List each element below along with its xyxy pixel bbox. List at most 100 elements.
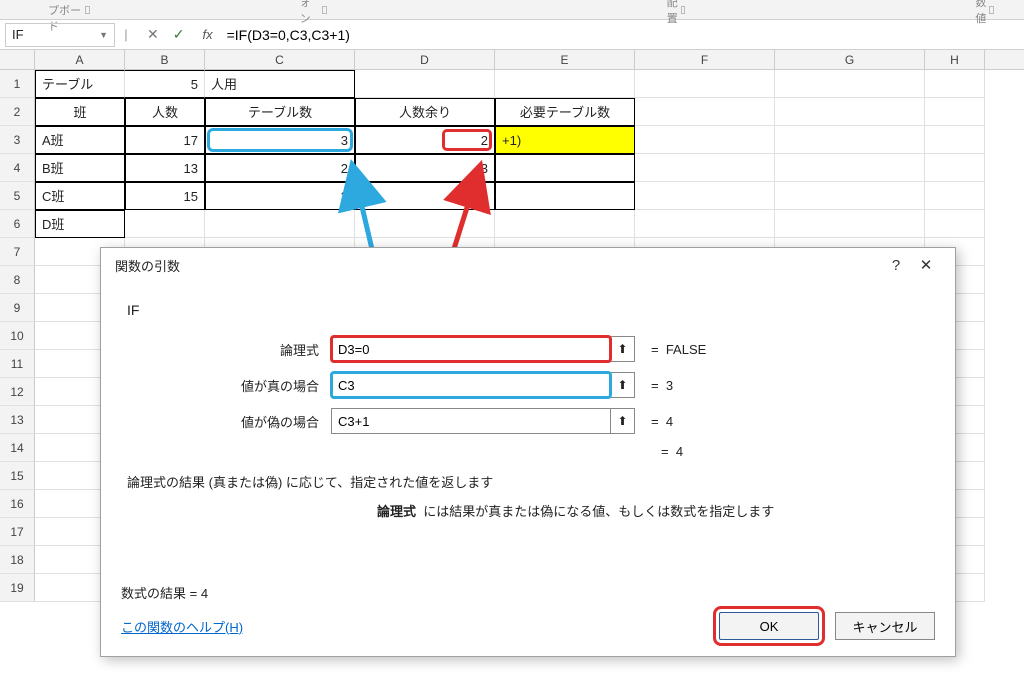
cancel-formula-icon[interactable]: ✕ [147,26,159,43]
row-header[interactable]: 15 [0,462,35,490]
row-header[interactable]: 13 [0,406,35,434]
cell-B1[interactable]: 5 [125,70,205,98]
cell-D5[interactable]: 0 [355,182,495,210]
cell[interactable] [925,98,985,126]
cancel-button[interactable]: キャンセル [835,612,935,640]
cell[interactable] [125,210,205,238]
row-header[interactable]: 9 [0,294,35,322]
cell[interactable] [635,70,775,98]
formula-result-label: 数式の結果 = 4 [121,586,208,601]
close-icon[interactable]: ✕ [911,256,941,274]
cell[interactable] [635,182,775,210]
cell[interactable] [775,98,925,126]
fx-icon[interactable]: fx [202,27,212,42]
cell-A6[interactable]: D班 [35,210,125,238]
row-header[interactable]: 1 [0,70,35,98]
cell[interactable] [495,70,635,98]
row-header[interactable]: 18 [0,546,35,574]
cell-C4[interactable]: 2 [205,154,355,182]
col-header-D[interactable]: D [355,50,495,69]
cell[interactable] [635,126,775,154]
arg2-result: 3 [666,378,673,393]
cell[interactable] [205,210,355,238]
help-icon[interactable]: ? [881,257,911,274]
cell-A1[interactable]: テーブル [35,70,125,98]
row-header[interactable]: 6 [0,210,35,238]
col-header-H[interactable]: H [925,50,985,69]
row-header[interactable]: 7 [0,238,35,266]
cell[interactable] [775,126,925,154]
name-box-dropdown-icon[interactable]: ▼ [99,30,108,40]
cell[interactable] [925,126,985,154]
cell-C1[interactable]: 人用 [205,70,355,98]
cell-C3[interactable]: 3 [205,126,355,154]
col-header-A[interactable]: A [35,50,125,69]
formula-input[interactable] [221,25,1024,45]
cell[interactable] [635,210,775,238]
cell[interactable] [775,70,925,98]
cell[interactable] [775,154,925,182]
row-header[interactable]: 11 [0,350,35,378]
row-header[interactable]: 19 [0,574,35,602]
overall-result: 4 [676,444,683,459]
arg2-collapse-icon[interactable]: ⬆ [611,372,635,398]
cell[interactable] [495,210,635,238]
accept-formula-icon[interactable]: ✓ [173,26,185,43]
cell-D4[interactable]: 3 [355,154,495,182]
name-box[interactable]: IF ▼ [5,23,115,47]
cell[interactable] [775,210,925,238]
row-header[interactable]: 14 [0,434,35,462]
row-header[interactable]: 2 [0,98,35,126]
cell-D3[interactable]: 2 [355,126,495,154]
arg2-input[interactable] [331,372,611,398]
col-header-E[interactable]: E [495,50,635,69]
row-header[interactable]: 4 [0,154,35,182]
function-name-label: IF [127,302,935,318]
row-header[interactable]: 5 [0,182,35,210]
arg1-input[interactable] [331,336,611,362]
row-header[interactable]: 12 [0,378,35,406]
cell-C2[interactable]: テーブル数 [205,98,355,126]
cell-E5[interactable] [495,182,635,210]
col-header-G[interactable]: G [775,50,925,69]
select-all-corner[interactable] [0,50,35,69]
col-header-C[interactable]: C [205,50,355,69]
arg1-collapse-icon[interactable]: ⬆ [611,336,635,362]
row-header[interactable]: 17 [0,518,35,546]
cell-E3[interactable]: +1) [495,126,635,154]
cell[interactable] [925,182,985,210]
cell-A4[interactable]: B班 [35,154,125,182]
cell[interactable] [635,154,775,182]
cell[interactable] [635,98,775,126]
arg3-input[interactable] [331,408,611,434]
cell[interactable] [925,70,985,98]
cell-A5[interactable]: C班 [35,182,125,210]
cell[interactable] [355,210,495,238]
arg3-collapse-icon[interactable]: ⬆ [611,408,635,434]
cell[interactable] [925,154,985,182]
cell-E2[interactable]: 必要テーブル数 [495,98,635,126]
row-header[interactable]: 8 [0,266,35,294]
cell-D2[interactable]: 人数余り [355,98,495,126]
col-header-F[interactable]: F [635,50,775,69]
row-header[interactable]: 16 [0,490,35,518]
function-arguments-dialog: 関数の引数 ? ✕ IF 論理式 ⬆ = FALSE 値が真の場合 ⬆ = 3 … [100,247,956,657]
cell[interactable] [925,210,985,238]
row-header[interactable]: 10 [0,322,35,350]
function-help-link[interactable]: この関数のヘルプ(H) [121,617,243,636]
cell-B3[interactable]: 17 [125,126,205,154]
cell-E4[interactable] [495,154,635,182]
dialog-titlebar[interactable]: 関数の引数 ? ✕ [101,248,955,282]
cell[interactable] [775,182,925,210]
cell-B5[interactable]: 15 [125,182,205,210]
ok-button[interactable]: OK [719,612,819,640]
cell-A2[interactable]: 班 [35,98,125,126]
cell-A3[interactable]: A班 [35,126,125,154]
arg2-label: 値が真の場合 [121,376,331,395]
row-header[interactable]: 3 [0,126,35,154]
cell[interactable] [355,70,495,98]
col-header-B[interactable]: B [125,50,205,69]
cell-B4[interactable]: 13 [125,154,205,182]
cell-B2[interactable]: 人数 [125,98,205,126]
cell-C5[interactable]: 3 [205,182,355,210]
